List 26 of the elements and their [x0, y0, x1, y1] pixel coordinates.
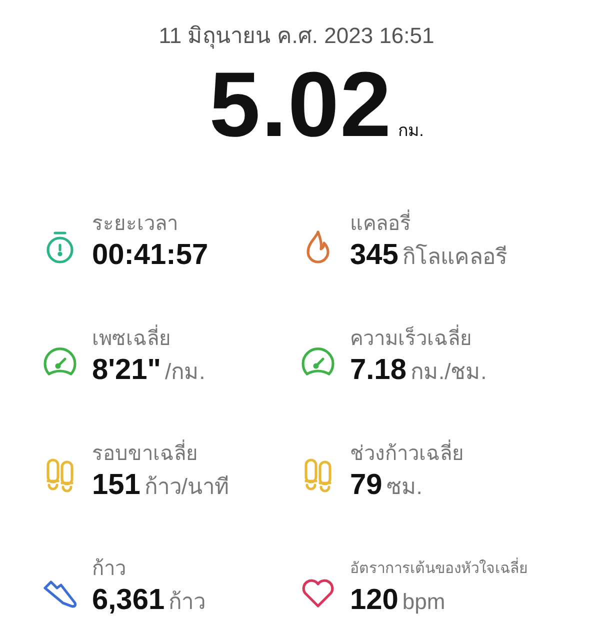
- distance-value: 5.02: [209, 59, 392, 151]
- stat-label: รอบขาเฉลี่ย: [92, 439, 230, 469]
- stat-value: 8'21": [92, 354, 162, 387]
- stat-unit: ก้าว/นาที: [144, 473, 230, 501]
- stat-unit: กิโลแคลอรี: [402, 243, 508, 271]
- stat-unit: /กม.: [165, 358, 206, 386]
- stat-value: 120: [350, 584, 398, 617]
- stat-unit: ก้าว: [168, 588, 206, 616]
- stat-unit: กม./ชม.: [410, 358, 487, 386]
- stat-value: 6,361: [92, 584, 165, 617]
- stat-value: 345: [350, 239, 398, 272]
- stat-label: อัตราการเต้นของหัวใจเฉลี่ย: [350, 554, 528, 584]
- stat-unit: bpm: [402, 589, 446, 615]
- stat-label: แคลอรี่: [350, 209, 508, 239]
- distance-unit: กม.: [398, 120, 424, 142]
- stat-unit: ซม.: [386, 473, 422, 501]
- stat-value: 151: [92, 469, 140, 502]
- date-time: 11 มิถุนายน ค.ศ. 2023 16:51: [158, 22, 436, 51]
- stat-value: 7.18: [350, 354, 406, 387]
- stat-value: 00:41:57: [92, 239, 208, 272]
- stat-value: 79: [350, 469, 382, 502]
- stat-label: ก้าว: [92, 557, 127, 582]
- stat-label: ช่วงก้าวเฉลี่ย: [350, 439, 464, 469]
- stat-label: ความเร็วเฉลี่ย: [350, 324, 487, 354]
- stat-label: เพซเฉลี่ย: [92, 324, 206, 354]
- stat-label: ระยะเวลา: [92, 212, 179, 237]
